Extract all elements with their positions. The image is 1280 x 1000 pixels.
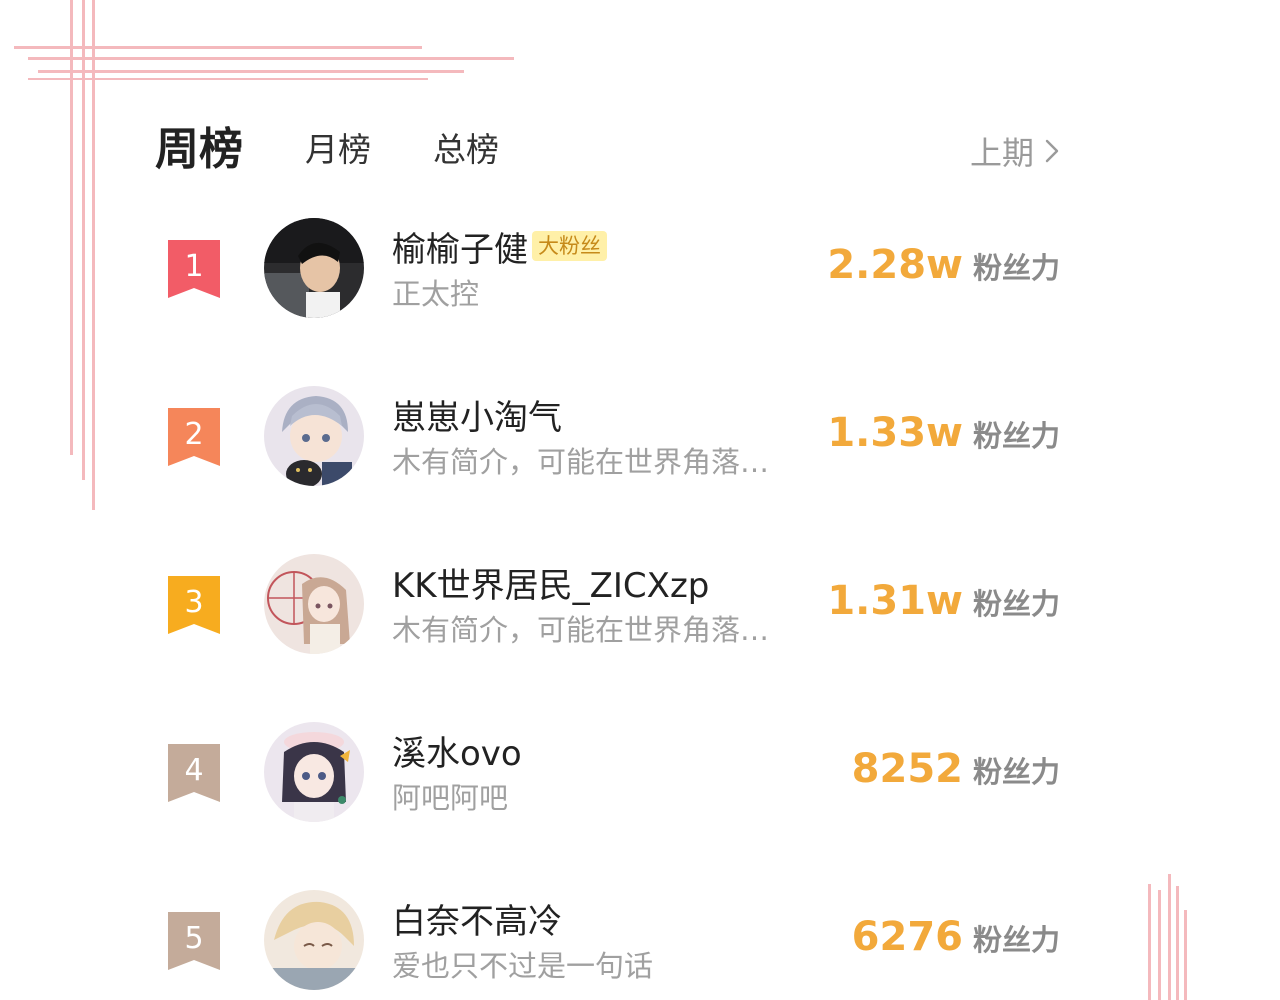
ranking-row[interactable]: 4 溪水ovo 阿吧阿吧 8252 粉丝力 bbox=[0, 704, 1280, 872]
fan-power-score: 6276 粉丝力 bbox=[852, 914, 1060, 960]
chevron-right-icon bbox=[1045, 139, 1059, 163]
avatar-anime-blonde-icon bbox=[264, 890, 364, 990]
score-value: 2.28w bbox=[827, 242, 963, 288]
rank-number: 4 bbox=[184, 753, 204, 788]
user-name[interactable]: 白奈不高冷 bbox=[392, 894, 562, 943]
user-bio: 爱也只不过是一句话 bbox=[392, 949, 654, 983]
user-bio: 木有简介，可能在世界角落… bbox=[392, 613, 770, 647]
score-value: 6276 bbox=[851, 914, 963, 960]
score-value: 1.33w bbox=[827, 410, 963, 456]
avatar[interactable] bbox=[264, 386, 364, 486]
tab-all-time[interactable]: 总榜 bbox=[433, 120, 499, 180]
avatar[interactable] bbox=[264, 722, 364, 822]
fan-power-score: 1.33w 粉丝力 bbox=[827, 410, 1060, 456]
rank-number: 1 bbox=[184, 249, 204, 284]
user-name-line: 榆榆子健 大粉丝 bbox=[392, 222, 607, 270]
user-name[interactable]: 榆榆子健 bbox=[392, 222, 528, 271]
tab-monthly[interactable]: 月榜 bbox=[305, 120, 371, 180]
rank-number: 5 bbox=[184, 921, 204, 956]
user-bio: 木有简介，可能在世界角落… bbox=[392, 445, 770, 479]
score-unit: 粉丝力 bbox=[972, 251, 1060, 285]
score-unit: 粉丝力 bbox=[972, 587, 1060, 621]
fan-ranking-page: 周榜 月榜 总榜 上期 1 榆榆子健 大粉丝 正太控 2.28w 粉丝力 2 崽… bbox=[0, 0, 1280, 1000]
user-bio: 正太控 bbox=[392, 277, 480, 311]
user-name[interactable]: 溪水ovo bbox=[392, 726, 522, 775]
fan-level-tag: 大粉丝 bbox=[532, 231, 607, 261]
user-name[interactable]: KK世界居民_ZICXzp bbox=[392, 558, 709, 607]
rank-number: 2 bbox=[184, 417, 204, 452]
decor-line bbox=[28, 57, 514, 60]
score-unit: 粉丝力 bbox=[972, 923, 1060, 957]
avatar-anime-girl-window-icon bbox=[264, 554, 364, 654]
score-unit: 粉丝力 bbox=[972, 419, 1060, 453]
score-value: 1.31w bbox=[827, 578, 963, 624]
user-name-line: 白奈不高冷 bbox=[392, 894, 562, 942]
avatar[interactable] bbox=[264, 890, 364, 990]
ranking-row[interactable]: 1 榆榆子健 大粉丝 正太控 2.28w 粉丝力 bbox=[0, 200, 1280, 368]
previous-period-link[interactable]: 上期 bbox=[970, 128, 1060, 174]
fan-power-score: 8252 粉丝力 bbox=[852, 746, 1060, 792]
rank-number: 3 bbox=[184, 585, 204, 620]
fan-power-score: 2.28w 粉丝力 bbox=[827, 242, 1060, 288]
user-name-line: 崽崽小淘气 bbox=[392, 390, 562, 438]
user-bio: 阿吧阿吧 bbox=[392, 781, 509, 815]
avatar[interactable] bbox=[264, 218, 364, 318]
ranking-row[interactable]: 3 KK世界居民_ZICXzp 木有简介，可能在世界角落… 1.31w 粉丝力 bbox=[0, 536, 1280, 704]
decor-line bbox=[14, 46, 422, 49]
previous-period-label: 上期 bbox=[969, 134, 1034, 172]
user-name-line: KK世界居民_ZICXzp bbox=[392, 558, 709, 606]
decor-line bbox=[28, 78, 428, 80]
avatar-anime-boy-cat-icon bbox=[264, 386, 364, 486]
ranking-row[interactable]: 5 白奈不高冷 爱也只不过是一句话 6276 粉丝力 bbox=[0, 872, 1280, 1000]
avatar[interactable] bbox=[264, 554, 364, 654]
tab-weekly[interactable]: 周榜 bbox=[155, 120, 243, 180]
rank-badge: 2 bbox=[168, 408, 220, 466]
score-unit: 粉丝力 bbox=[972, 755, 1060, 789]
rank-badge: 1 bbox=[168, 240, 220, 298]
rank-badge: 4 bbox=[168, 744, 220, 802]
user-name[interactable]: 崽崽小淘气 bbox=[392, 390, 562, 439]
score-value: 8252 bbox=[851, 746, 963, 792]
decor-line bbox=[38, 70, 464, 73]
avatar-anime-girl-hat-icon bbox=[264, 722, 364, 822]
rank-badge: 3 bbox=[168, 576, 220, 634]
rank-badge: 5 bbox=[168, 912, 220, 970]
ranking-row[interactable]: 2 崽崽小淘气 木有简介，可能在世界角落… 1.33w 粉丝力 bbox=[0, 368, 1280, 536]
avatar-boy-photo-icon bbox=[264, 218, 364, 318]
fan-power-score: 1.31w 粉丝力 bbox=[827, 578, 1060, 624]
user-name-line: 溪水ovo bbox=[392, 726, 522, 774]
period-tabs: 周榜 月榜 总榜 bbox=[155, 120, 561, 180]
